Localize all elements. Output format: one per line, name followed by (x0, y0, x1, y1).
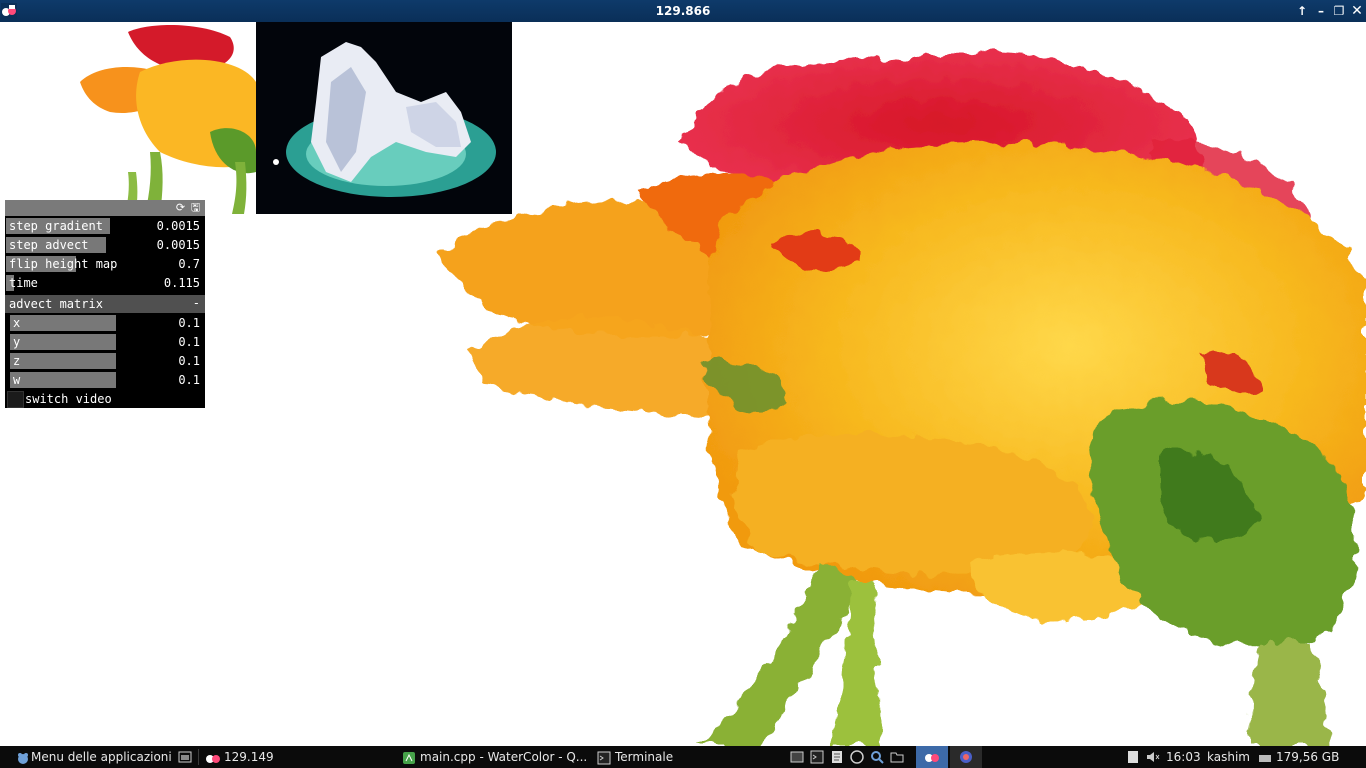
slider-step-gradient[interactable]: step gradient 0.0015 (5, 217, 205, 235)
slider-value: 0.0015 (156, 219, 200, 233)
slider-label: x (13, 316, 21, 330)
minimize-icon[interactable]: – (1313, 3, 1329, 19)
slider-label: flip height map (9, 257, 118, 271)
task-button-qtcreator[interactable]: main.cpp - WaterColor - Q... (402, 746, 587, 768)
window-title: 129.866 (655, 4, 711, 18)
slider-flip-height-map[interactable]: flip height map 0.7 (5, 255, 205, 273)
task-button-terminal[interactable]: Terminale (597, 746, 673, 768)
user-name[interactable]: kashim (1207, 746, 1250, 768)
slider-label: time (9, 276, 38, 290)
task-button-app[interactable]: 129.149 (206, 746, 274, 768)
slider-label: step gradient (9, 219, 103, 233)
volume-muted-icon[interactable] (1146, 750, 1160, 764)
hard-disk-icon (1259, 754, 1271, 762)
slider-value: 0.7 (178, 257, 200, 271)
workspace-2[interactable] (950, 746, 982, 768)
slider-matrix-y[interactable]: y 0.1 (9, 333, 205, 351)
toggle-label: switch video (25, 392, 112, 406)
group-title: advect matrix (9, 297, 103, 311)
task-label: main.cpp - WaterColor - Q... (420, 750, 588, 764)
slider-label: y (13, 335, 21, 349)
terminal-launcher-icon[interactable] (810, 750, 824, 764)
separator (198, 749, 199, 765)
slider-fill (10, 372, 116, 388)
source-iceberg-thumbnail (256, 22, 512, 214)
slider-value: 0.1 (178, 335, 200, 349)
gui-panel-header[interactable]: ⟳ 🖫 (5, 200, 205, 216)
close-icon[interactable]: ✕ (1349, 3, 1365, 19)
group-advect-matrix-header[interactable]: advect matrix - (5, 295, 205, 313)
slider-step-advect[interactable]: step advect 0.0015 (5, 236, 205, 254)
browser-icon (960, 751, 972, 763)
browser-launcher-icon[interactable] (850, 750, 864, 764)
gui-panel[interactable]: ⟳ 🖫 step gradient 0.0015 step advect 0.0… (5, 200, 205, 408)
slider-label: w (13, 373, 21, 387)
slider-value: 0.1 (178, 354, 200, 368)
save-icon[interactable]: 🖫 (189, 201, 202, 214)
qtcreator-icon (403, 751, 415, 764)
terminal-icon (597, 751, 611, 764)
disk-free-label: 179,56 GB (1276, 750, 1340, 764)
slider-label: step advect (9, 238, 89, 252)
text-editor-launcher-icon[interactable] (830, 750, 844, 764)
toggle-checkbox[interactable] (7, 391, 24, 408)
slider-label: z (13, 354, 21, 368)
clock[interactable]: 16:03 (1166, 746, 1201, 768)
task-label: 129.149 (224, 750, 274, 764)
xfce-mouse-icon (18, 752, 28, 764)
openframeworks-icon (925, 754, 939, 762)
minimize-group-button[interactable]: - (193, 296, 200, 310)
applications-menu-label: Menu delle applicazioni (31, 750, 172, 764)
slider-matrix-z[interactable]: z 0.1 (9, 352, 205, 370)
switch-video-toggle[interactable]: switch video (5, 390, 205, 408)
slider-value: 0.115 (163, 276, 200, 290)
slider-fill (10, 353, 116, 369)
task-label: Terminale (615, 750, 674, 764)
taskbar: Menu delle applicazioni 129.149 main.cpp… (0, 746, 1366, 768)
file-manager-launcher-icon[interactable] (790, 750, 804, 764)
reload-icon[interactable]: ⟳ (174, 201, 187, 214)
slider-value: 0.0015 (156, 238, 200, 252)
slider-matrix-w[interactable]: w 0.1 (9, 371, 205, 389)
folder-launcher-icon[interactable] (890, 750, 904, 764)
source-flower-thumbnail (0, 22, 256, 214)
slider-time[interactable]: time 0.115 (5, 274, 205, 292)
window-titlebar: 129.866 ↑ – ❐ ✕ (0, 0, 1366, 22)
disk-usage[interactable]: 179,56 GB (1258, 746, 1339, 768)
search-launcher-icon[interactable] (870, 750, 884, 764)
slider-value: 0.1 (178, 316, 200, 330)
workspace-1[interactable] (916, 746, 948, 768)
keep-above-icon[interactable]: ↑ (1294, 3, 1310, 19)
applications-menu-button[interactable]: Menu delle applicazioni (16, 746, 172, 768)
notes-tray-icon[interactable] (1126, 750, 1140, 764)
show-desktop-icon[interactable] (178, 750, 192, 764)
openframeworks-icon (206, 754, 220, 763)
slider-matrix-x[interactable]: x 0.1 (9, 314, 205, 332)
slider-value: 0.1 (178, 373, 200, 387)
maximize-icon[interactable]: ❐ (1331, 3, 1347, 19)
slider-fill (10, 334, 116, 350)
slider-fill (10, 315, 116, 331)
